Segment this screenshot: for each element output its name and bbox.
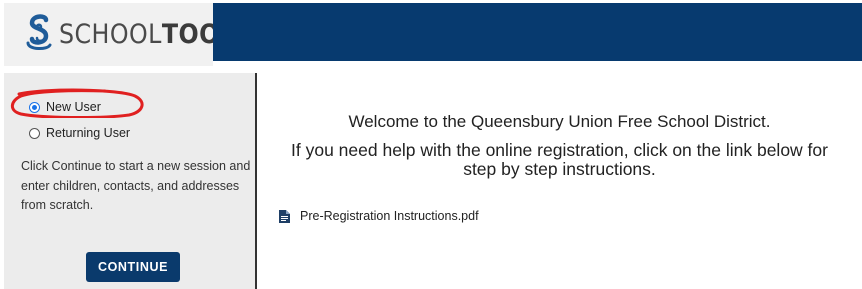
help-line-1: If you need help with the online registr… (291, 140, 828, 160)
radio-returning-user[interactable]: Returning User (29, 126, 130, 140)
schooltool-logo-icon (26, 14, 52, 50)
app-frame: SCHOOLTOOL New User Returning User Click… (4, 3, 862, 289)
logo-text: SCHOOLTOOL (59, 19, 236, 50)
pre-registration-link[interactable]: Pre-Registration Instructions.pdf (279, 209, 479, 223)
radio-returning-user-button[interactable] (29, 127, 40, 139)
main-content: Welcome to the Queensbury Union Free Sch… (257, 73, 862, 289)
welcome-heading: Welcome to the Queensbury Union Free Sch… (348, 112, 771, 131)
radio-new-user-label: New User (46, 100, 101, 114)
radio-new-user-button[interactable] (29, 101, 40, 113)
help-text: If you need help with the online registr… (257, 141, 862, 179)
description-text: Click Continue to start a new session an… (21, 159, 251, 212)
header: SCHOOLTOOL (4, 3, 862, 66)
sidebar: New User Returning User Click Continue t… (4, 73, 257, 289)
radio-returning-user-label: Returning User (46, 126, 131, 140)
continue-button[interactable]: CONTINUE (86, 252, 180, 282)
file-link-label: Pre-Registration Instructions.pdf (300, 209, 479, 223)
logo[interactable]: SCHOOLTOOL (4, 3, 235, 66)
pdf-file-icon (279, 209, 290, 223)
help-line-2: step by step instructions. (463, 159, 656, 179)
radio-new-user[interactable]: New User (29, 100, 101, 114)
header-band (213, 3, 862, 61)
